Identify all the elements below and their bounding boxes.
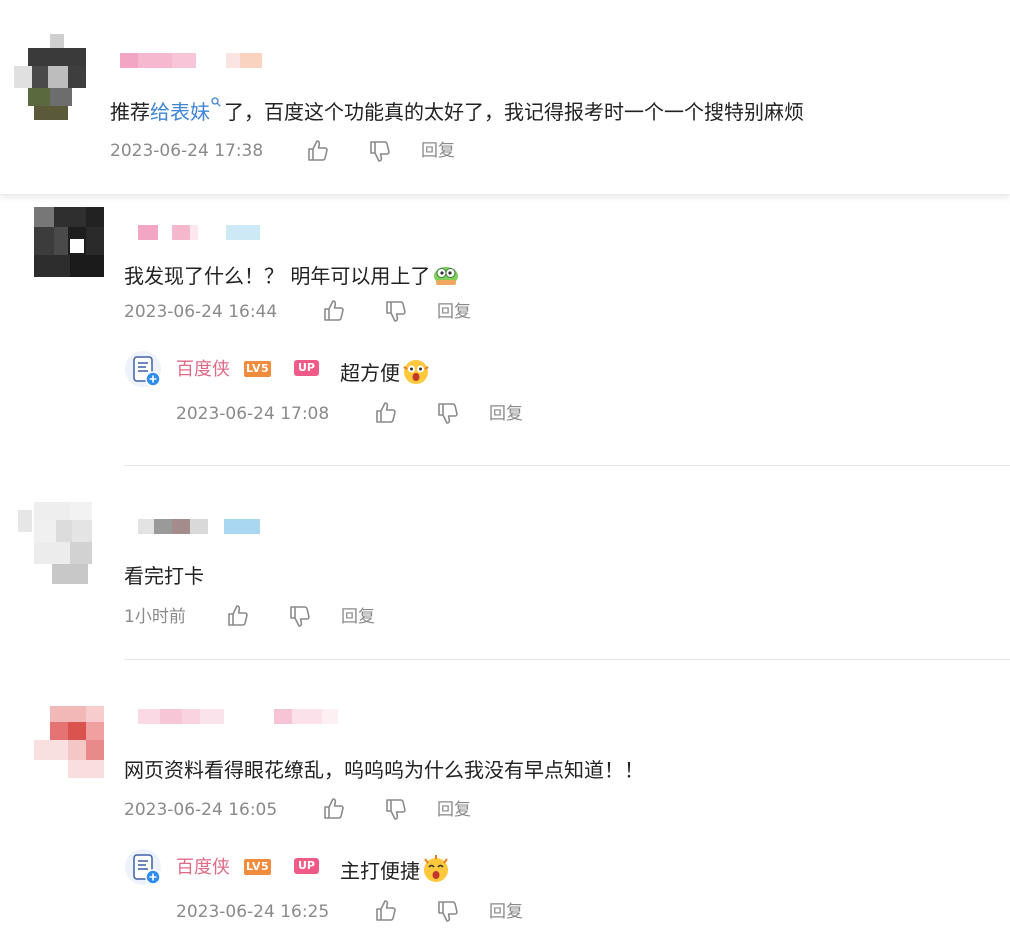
avatar[interactable]	[14, 34, 86, 120]
like-icon[interactable]	[374, 401, 398, 425]
like-icon[interactable]	[322, 797, 346, 821]
timestamp: 2023-06-24 16:25	[176, 902, 330, 922]
username-redacted[interactable]	[138, 225, 260, 240]
username-redacted[interactable]	[138, 709, 338, 724]
timestamp: 2023-06-24 16:44	[124, 302, 278, 322]
like-icon[interactable]	[306, 139, 330, 163]
username-redacted[interactable]	[120, 53, 262, 68]
reply-text: 超方便	[340, 357, 430, 385]
dislike-icon[interactable]	[436, 401, 460, 425]
up-badge: UP	[294, 858, 319, 874]
reply-button[interactable]: 回复	[489, 902, 523, 922]
official-avatar[interactable]	[124, 350, 162, 388]
avatar[interactable]	[34, 207, 104, 277]
up-badge: UP	[294, 360, 319, 376]
like-icon[interactable]	[374, 899, 398, 923]
reply-button[interactable]: 回复	[341, 607, 375, 627]
comment-divider	[124, 465, 1010, 466]
reply-button[interactable]: 回复	[489, 404, 523, 424]
official-name[interactable]: 百度侠	[176, 359, 230, 381]
comment-text: 网页资料看得眼花缭乱，呜呜呜为什么我没有早点知道！！	[124, 758, 644, 782]
dislike-icon[interactable]	[384, 797, 408, 821]
search-icon[interactable]	[211, 97, 221, 107]
dislike-icon[interactable]	[436, 899, 460, 923]
reply-button[interactable]: 回复	[421, 141, 455, 161]
emoji-icon	[424, 855, 448, 882]
reply-button[interactable]: 回复	[437, 800, 471, 820]
dislike-icon[interactable]	[384, 299, 408, 323]
comment-divider	[124, 659, 1010, 660]
level-badge: LV5	[244, 361, 272, 377]
keyword-link[interactable]: 给表妹	[150, 100, 210, 124]
emoji-icon	[403, 360, 429, 384]
level-badge: LV5	[244, 859, 272, 875]
official-avatar[interactable]	[124, 848, 162, 886]
reply-text: 主打便捷	[340, 855, 450, 883]
comment-text: 我发现了什么！？ 明年可以用上了	[124, 260, 460, 288]
username-redacted[interactable]	[138, 519, 260, 534]
emoji-icon	[434, 267, 459, 285]
reply-button[interactable]: 回复	[437, 302, 471, 322]
dislike-icon[interactable]	[368, 139, 392, 163]
avatar[interactable]	[18, 502, 104, 588]
timestamp: 1小时前	[124, 607, 186, 627]
comment-text: 推荐给表妹 了，百度这个功能真的太好了，我记得报考时一个一个搜特别麻烦	[110, 97, 804, 124]
comment-1: 推荐给表妹 了，百度这个功能真的太好了，我记得报考时一个一个搜特别麻烦 2023-…	[0, 0, 1010, 195]
timestamp: 2023-06-24 16:05	[124, 800, 278, 820]
official-name[interactable]: 百度侠	[176, 857, 230, 879]
like-icon[interactable]	[322, 299, 346, 323]
avatar[interactable]	[34, 706, 106, 778]
dislike-icon[interactable]	[288, 604, 312, 628]
comment-text: 看完打卡	[124, 564, 204, 588]
timestamp: 2023-06-24 17:38	[110, 141, 264, 161]
like-icon[interactable]	[226, 604, 250, 628]
timestamp: 2023-06-24 17:08	[176, 404, 330, 424]
